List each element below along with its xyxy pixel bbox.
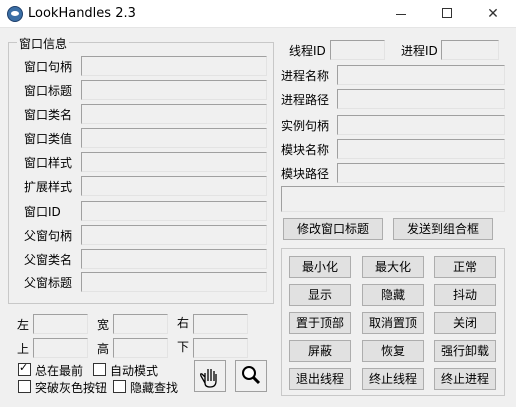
field-window-title[interactable]: [81, 80, 267, 100]
combo-input[interactable]: [281, 186, 505, 212]
hidden-search-label: 隐藏查找: [130, 381, 179, 395]
field-process-name[interactable]: [337, 65, 505, 85]
minimize-button[interactable]: [378, 0, 424, 28]
break-gray-checkbox[interactable]: [18, 380, 31, 393]
label-window-class-value: 窗口类值: [24, 132, 73, 146]
field-process-id[interactable]: [441, 40, 499, 60]
minimize-window-button[interactable]: 最小化: [289, 256, 351, 278]
modify-title-button[interactable]: 修改窗口标题: [283, 218, 383, 240]
field-module-name[interactable]: [337, 139, 505, 159]
label-window-class: 窗口类名: [24, 108, 73, 122]
field-parent-class[interactable]: [81, 249, 267, 269]
label-window-style: 窗口样式: [24, 156, 73, 170]
label-parent-handle: 父窗句柄: [24, 229, 73, 243]
field-top[interactable]: [33, 338, 88, 358]
label-thread-id: 线程ID: [289, 44, 326, 58]
close-window-button[interactable]: 关闭: [434, 312, 496, 334]
label-process-id: 进程ID: [401, 44, 438, 58]
title-bar: LookHandles 2.3 ✕: [0, 0, 516, 28]
label-width: 宽: [97, 318, 110, 332]
app-icon: [7, 6, 23, 22]
label-bottom: 下: [177, 340, 190, 354]
label-right: 右: [177, 316, 190, 330]
maximize-button[interactable]: [424, 0, 470, 28]
field-module-path[interactable]: [337, 163, 505, 183]
label-instance-handle: 实例句柄: [281, 119, 330, 133]
field-extended-style[interactable]: [81, 176, 267, 196]
always-on-top-label: 总在最前: [35, 364, 84, 378]
field-window-id[interactable]: [81, 201, 267, 221]
field-window-class[interactable]: [81, 104, 267, 124]
shake-window-button[interactable]: 抖动: [434, 284, 496, 306]
send-to-combo-button[interactable]: 发送到组合框: [393, 218, 493, 240]
label-extended-style: 扩展样式: [24, 180, 73, 194]
field-window-class-value[interactable]: [81, 128, 267, 148]
always-on-top-checkbox[interactable]: [18, 361, 31, 376]
label-module-path: 模块路径: [281, 167, 330, 181]
minimize-icon: [396, 13, 406, 15]
hand-tool-button[interactable]: [194, 360, 226, 392]
field-width[interactable]: [113, 314, 168, 334]
field-parent-title[interactable]: [81, 272, 267, 292]
label-parent-class: 父窗类名: [24, 253, 73, 267]
field-process-path[interactable]: [337, 89, 505, 109]
label-module-name: 模块名称: [281, 143, 330, 157]
label-process-path: 进程路径: [281, 93, 330, 107]
label-left: 左: [17, 318, 30, 332]
field-parent-handle[interactable]: [81, 225, 267, 245]
hide-window-button[interactable]: 隐藏: [362, 284, 424, 306]
field-left[interactable]: [33, 314, 88, 334]
label-window-title: 窗口标题: [24, 84, 73, 98]
field-window-style[interactable]: [81, 152, 267, 172]
restore-window-button[interactable]: 恢复: [362, 340, 424, 362]
close-button[interactable]: ✕: [470, 0, 516, 28]
window-title: LookHandles 2.3: [28, 6, 136, 21]
hidden-search-checkbox[interactable]: [113, 380, 126, 393]
exit-thread-button[interactable]: 退出线程: [289, 368, 351, 390]
maximize-icon: [442, 8, 452, 18]
auto-mode-checkbox[interactable]: [93, 363, 106, 376]
magnifier-icon: [242, 366, 261, 385]
magnifier-tool-button[interactable]: [235, 360, 267, 392]
hand-icon: [200, 369, 217, 388]
field-thread-id[interactable]: [330, 40, 385, 60]
disable-window-button[interactable]: 屏蔽: [289, 340, 351, 362]
label-window-handle: 窗口句柄: [24, 60, 73, 74]
field-window-handle[interactable]: [81, 56, 267, 76]
maximize-window-button[interactable]: 最大化: [362, 256, 424, 278]
terminate-thread-button[interactable]: 终止线程: [362, 368, 424, 390]
window-info-title: 窗口信息: [17, 35, 70, 52]
field-instance-handle[interactable]: [337, 115, 505, 135]
normal-window-button[interactable]: 正常: [434, 256, 496, 278]
field-height[interactable]: [113, 338, 168, 358]
label-parent-title: 父窗标题: [24, 276, 73, 290]
show-window-button[interactable]: 显示: [289, 284, 351, 306]
field-bottom[interactable]: [193, 338, 248, 358]
label-top: 上: [17, 342, 30, 356]
auto-mode-label: 自动模式: [110, 364, 159, 378]
break-gray-label: 突破灰色按钮: [35, 381, 108, 395]
label-process-name: 进程名称: [281, 69, 330, 83]
bring-to-top-button[interactable]: 置于顶部: [289, 312, 351, 334]
force-unload-button[interactable]: 强行卸载: [434, 340, 496, 362]
field-right[interactable]: [193, 314, 248, 334]
terminate-process-button[interactable]: 终止进程: [434, 368, 496, 390]
label-window-id: 窗口ID: [24, 205, 61, 219]
label-height: 高: [97, 342, 110, 356]
cancel-top-button[interactable]: 取消置顶: [362, 312, 424, 334]
